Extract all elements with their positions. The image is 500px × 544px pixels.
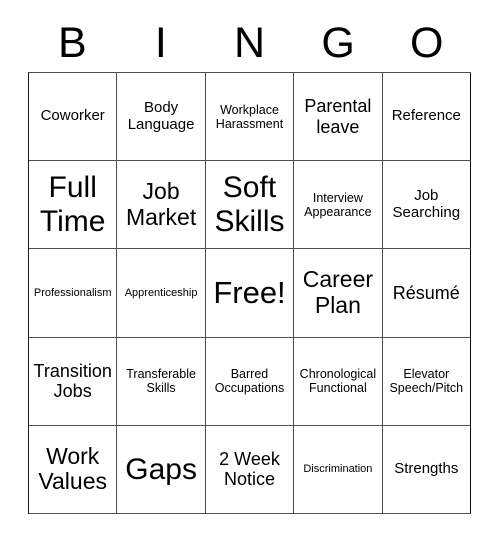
bingo-cell[interactable]: Gaps (117, 425, 206, 514)
bingo-cell-label: Job Searching (392, 186, 461, 221)
bingo-cell[interactable]: Discrimination (294, 425, 383, 514)
bingo-cell[interactable]: Reference (382, 73, 471, 162)
bingo-cell[interactable]: Body Language (117, 73, 206, 162)
bingo-cell-label: Free! (213, 274, 286, 310)
bingo-cell[interactable]: Professionalism (29, 249, 118, 338)
bingo-cell[interactable]: Work Values (29, 425, 118, 514)
bingo-cell-label: Apprenticeship (124, 286, 198, 299)
bingo-cell[interactable]: 2 Week Notice (205, 425, 295, 514)
bingo-cell-label: Elevator Speech/Pitch (389, 367, 464, 396)
bingo-cell-label: Work Values (38, 442, 107, 495)
bingo-cell-label: Chronological Functional (299, 367, 377, 396)
bingo-cell[interactable]: Chronological Functional (294, 337, 383, 426)
bingo-cell[interactable]: Full Time (29, 161, 118, 250)
bingo-cell[interactable]: Apprenticeship (117, 249, 206, 338)
bingo-grid: Coworker Body Language Workplace Harassment P… (28, 72, 471, 514)
bingo-cell-label: Career Plan (302, 266, 374, 318)
bingo-cell[interactable]: Interview Appearance (294, 161, 383, 250)
bingo-cell-label: Résumé (392, 282, 460, 303)
bingo-cell-label: Strengths (394, 459, 459, 477)
bingo-cell[interactable]: Barred Occupations (205, 337, 295, 426)
bingo-cell-label: Professionalism (33, 286, 112, 299)
bingo-cell[interactable]: Parental leave (294, 73, 383, 162)
bingo-cell-label: Reference (391, 107, 461, 125)
bingo-cell[interactable]: Transferable Skills (117, 337, 206, 426)
bingo-cell-label: Body Language (127, 98, 195, 133)
bingo-cell-label: Full Time (39, 171, 106, 238)
bingo-cell-label: Transition Jobs (33, 361, 112, 402)
bingo-cell-label: Interview Appearance (304, 190, 372, 219)
bingo-cell-label: Transferable Skills (126, 367, 196, 396)
bingo-cell-label: Workplace Harassment (215, 102, 284, 131)
bingo-cell[interactable]: Job Searching (382, 161, 471, 250)
bingo-cell-label: Gaps (125, 452, 197, 486)
header-letter-i: I (154, 18, 167, 67)
bingo-cell-label: Discrimination (303, 463, 373, 476)
bingo-cell[interactable]: Transition Jobs (29, 337, 118, 426)
bingo-cell[interactable]: Job Market (117, 161, 206, 250)
bingo-card: B I N G O Coworker Body Language Workplace H… (0, 0, 500, 544)
bingo-cell[interactable]: Career Plan (294, 249, 383, 338)
header-letter-g: G (321, 18, 355, 67)
bingo-cell-label: Soft Skills (214, 171, 285, 238)
bingo-cell-label: Coworker (40, 107, 105, 125)
header-letter-n: N (233, 18, 266, 67)
bingo-cell[interactable]: Résumé (382, 249, 471, 338)
bingo-cell[interactable]: Soft Skills (205, 161, 295, 250)
bingo-cell-label: Parental leave (304, 96, 372, 137)
bingo-cell-label: Job Market (125, 178, 197, 230)
bingo-cell-label: 2 Week Notice (219, 449, 280, 490)
bingo-cell[interactable]: Elevator Speech/Pitch (382, 337, 471, 426)
header-letter-o: O (409, 18, 444, 67)
header-letter-b: B (57, 18, 87, 67)
bingo-cell[interactable]: Workplace Harassment (205, 73, 295, 162)
bingo-header: B I N G O (28, 14, 471, 72)
bingo-cell[interactable]: Strengths (382, 425, 471, 514)
bingo-cell-free-space[interactable]: Free! (205, 249, 295, 338)
bingo-cell-label: Barred Occupations (214, 367, 285, 396)
bingo-cell[interactable]: Coworker (29, 73, 118, 162)
